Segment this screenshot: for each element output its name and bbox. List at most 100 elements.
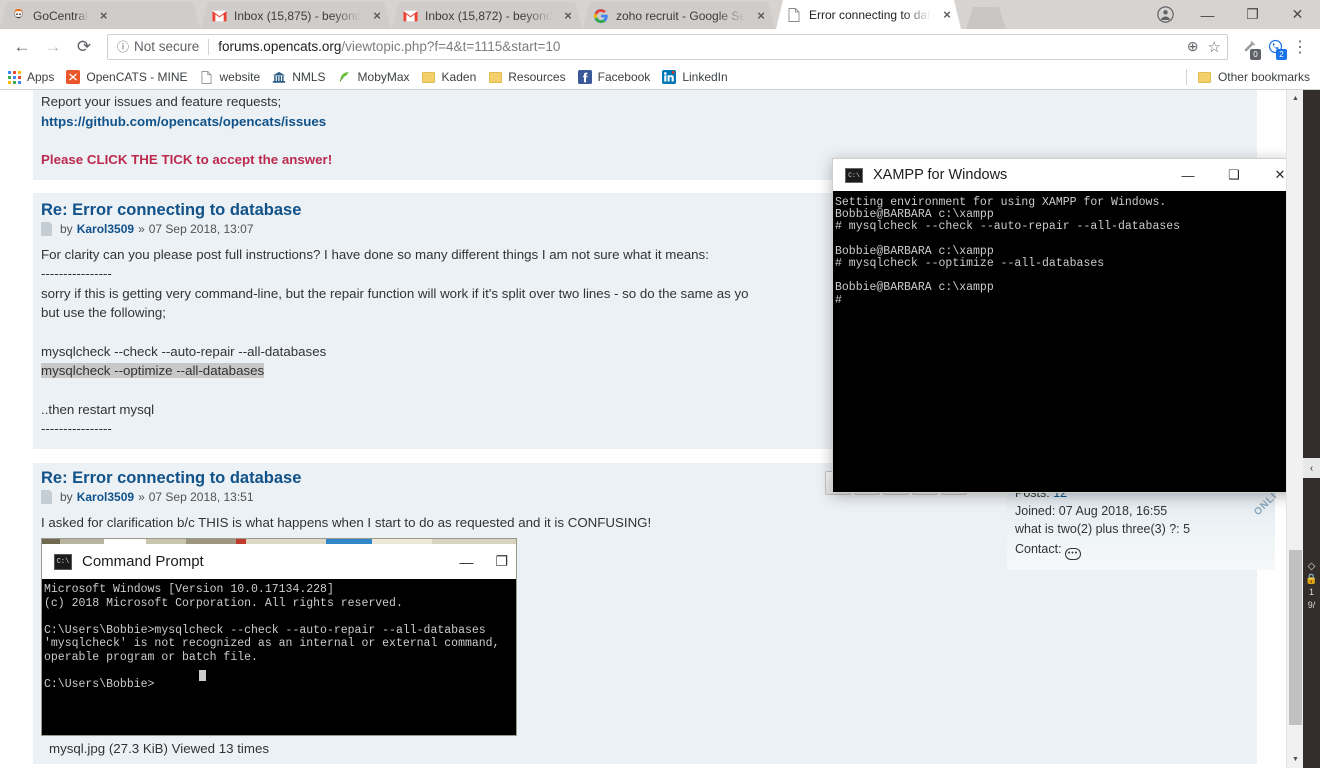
tab-strip: GoCentral × Inbox (15,875) - beyondta ×: [0, 0, 1320, 29]
extension-1-badge: 0: [1250, 48, 1261, 60]
bookmark-linkedin[interactable]: LinkedIn: [661, 69, 728, 85]
window-maximize-button[interactable]: ❐: [1230, 0, 1275, 29]
bookmark-star-icon[interactable]: ☆: [1208, 38, 1221, 56]
bookmark-other-bookmarks[interactable]: Other bookmarks: [1197, 69, 1310, 85]
forward-button[interactable]: →: [39, 33, 67, 61]
bookmark-kaden[interactable]: Kaden: [421, 69, 476, 85]
bookmark-nmls[interactable]: NMLS: [271, 69, 326, 85]
profile-avatar-icon[interactable]: [1145, 0, 1185, 29]
scroll-down-arrow[interactable]: ▼: [1287, 751, 1304, 768]
reload-button[interactable]: ⟳: [70, 33, 98, 61]
bookmark-resources[interactable]: Resources: [487, 69, 566, 85]
new-tab-button[interactable]: [966, 7, 1006, 29]
browser-tab-inbox-2[interactable]: Inbox (15,872) - beyondta ×: [392, 2, 582, 29]
tab-close-icon[interactable]: ×: [939, 7, 955, 23]
facebook-favicon: [577, 69, 593, 85]
browser-tab-error-connecting-to-database[interactable]: Error connecting to datab ×: [776, 0, 961, 29]
page-favicon: [786, 7, 802, 23]
attached-maximize-icon: ❐: [495, 553, 508, 569]
zoom-icon[interactable]: ⊕: [1187, 38, 1199, 55]
post-date: 07 Sep 2018, 13:51: [148, 489, 254, 504]
xampp-minimize-button[interactable]: —: [1165, 159, 1211, 191]
browser-window: GoCentral × Inbox (15,875) - beyondta ×: [0, 0, 1320, 768]
page-vertical-scrollbar[interactable]: ▲ ▼: [1286, 90, 1303, 768]
attached-minimize-icon: —: [459, 553, 474, 570]
bookmark-apps[interactable]: Apps: [6, 69, 54, 85]
meta-separator: »: [138, 221, 145, 236]
tray-expand-chevron-icon[interactable]: ‹: [1303, 458, 1320, 478]
page-favicon: [199, 69, 215, 85]
gmail-favicon: [211, 8, 227, 24]
bookmark-label: Facebook: [597, 70, 651, 84]
info-circle-icon: ⓘ: [117, 40, 130, 54]
highlighted-command: mysqlcheck --optimize --all-databases: [41, 363, 265, 378]
taskbar-clock-line-1: 1: [1308, 587, 1314, 597]
google-favicon: [593, 8, 609, 24]
taskbar-tray[interactable]: ◇ 🔒 1 9/: [1303, 560, 1320, 612]
profile-contact-label: Contact:: [1015, 542, 1062, 556]
taskbar-clock-line-2: 9/: [1307, 600, 1316, 610]
mobymax-favicon: [337, 69, 353, 85]
browser-tab-gocentral[interactable]: GoCentral ×: [0, 2, 200, 29]
extension-2-icon[interactable]: 2: [1262, 34, 1288, 60]
bookmark-mobymax[interactable]: MobyMax: [337, 69, 410, 85]
console-icon: C:\: [54, 553, 72, 570]
bookmark-label: Other bookmarks: [1217, 70, 1310, 84]
xampp-maximize-button[interactable]: ❑: [1211, 159, 1257, 191]
bookmark-facebook[interactable]: Facebook: [577, 69, 651, 85]
url-path: /viewtopic.php?f=4&t=1115&start=10: [341, 39, 561, 54]
window-controls: — ❐ ✕: [1145, 0, 1320, 29]
post-doc-icon: [41, 221, 52, 236]
window-minimize-button[interactable]: —: [1185, 0, 1230, 29]
tab-close-icon[interactable]: ×: [753, 8, 769, 24]
tray-icon-2[interactable]: 🔒: [1303, 573, 1320, 586]
tab-close-icon[interactable]: ×: [96, 8, 112, 24]
tab-title: Inbox (15,875) - beyondta: [234, 8, 361, 23]
post-author[interactable]: Karol3509: [77, 490, 134, 504]
bookmarks-divider: [1185, 69, 1187, 85]
by-label: by: [60, 221, 73, 236]
tab-title: zoho recruit - Google Sea: [616, 8, 745, 23]
meta-separator: »: [138, 489, 145, 504]
tray-icon-1[interactable]: ◇: [1303, 560, 1320, 573]
browser-tab-inbox-1[interactable]: Inbox (15,875) - beyondta ×: [201, 2, 391, 29]
apps-grid-icon: [6, 69, 22, 85]
xampp-titlebar[interactable]: C:\ XAMPP for Windows — ❑ ✕: [833, 159, 1303, 191]
tab-close-icon[interactable]: ×: [560, 8, 576, 24]
profile-question-label: what is two(2) plus three(3) ?:: [1015, 522, 1180, 536]
attached-window-controls: — ❐: [459, 553, 516, 570]
profile-custom-question: what is two(2) plus three(3) ?: 5: [1015, 520, 1267, 538]
bookmark-website[interactable]: website: [199, 69, 261, 85]
xampp-window-title: XAMPP for Windows: [873, 167, 1008, 183]
address-bar[interactable]: ⓘ Not secure forums.opencats.org /viewto…: [107, 33, 1228, 60]
omnibox-divider: [208, 38, 210, 55]
profile-joined-label: Joined:: [1015, 504, 1056, 518]
message-bubble-icon[interactable]: •••: [1065, 548, 1082, 560]
bookmark-opencats-mine[interactable]: OpenCATS - MINE: [65, 69, 188, 85]
profile-question-value: 5: [1183, 522, 1191, 536]
extension-1-icon[interactable]: 0: [1236, 34, 1262, 60]
post-author[interactable]: Karol3509: [77, 222, 134, 236]
window-close-button[interactable]: ✕: [1275, 0, 1320, 29]
github-issues-link[interactable]: https://github.com/opencats/opencats/iss…: [41, 112, 1247, 132]
bookmark-label: website: [219, 70, 261, 84]
opencats-favicon: [65, 69, 81, 85]
bookmark-label: Resources: [508, 70, 566, 84]
browser-tab-zoho-recruit[interactable]: zoho recruit - Google Sea ×: [583, 2, 775, 29]
xampp-console-text[interactable]: Setting environment for using XAMPP for …: [833, 191, 1303, 492]
folder-icon: [1197, 69, 1213, 85]
back-button[interactable]: ←: [8, 33, 36, 61]
chrome-menu-button[interactable]: ⋮: [1288, 34, 1312, 60]
by-label: by: [60, 489, 73, 504]
attached-console-text: Microsoft Windows [Version 10.0.17134.22…: [42, 579, 516, 735]
scrollbar-thumb[interactable]: [1289, 550, 1302, 725]
security-status-label: Not secure: [134, 39, 200, 54]
scroll-up-arrow[interactable]: ▲: [1287, 90, 1304, 107]
bookmark-label: NMLS: [292, 70, 326, 84]
attached-command-prompt-screenshot[interactable]: C:\ Command Prompt — ❐ Microsoft Windows…: [41, 538, 517, 736]
desktop-background-strip: [1303, 90, 1320, 768]
attached-window-titlebar: C:\ Command Prompt — ❐: [42, 544, 516, 579]
profile-contact: Contact: •••: [1015, 540, 1267, 560]
tab-close-icon[interactable]: ×: [369, 8, 385, 24]
xampp-for-windows-window[interactable]: C:\ XAMPP for Windows — ❑ ✕ Setting envi…: [832, 158, 1304, 493]
